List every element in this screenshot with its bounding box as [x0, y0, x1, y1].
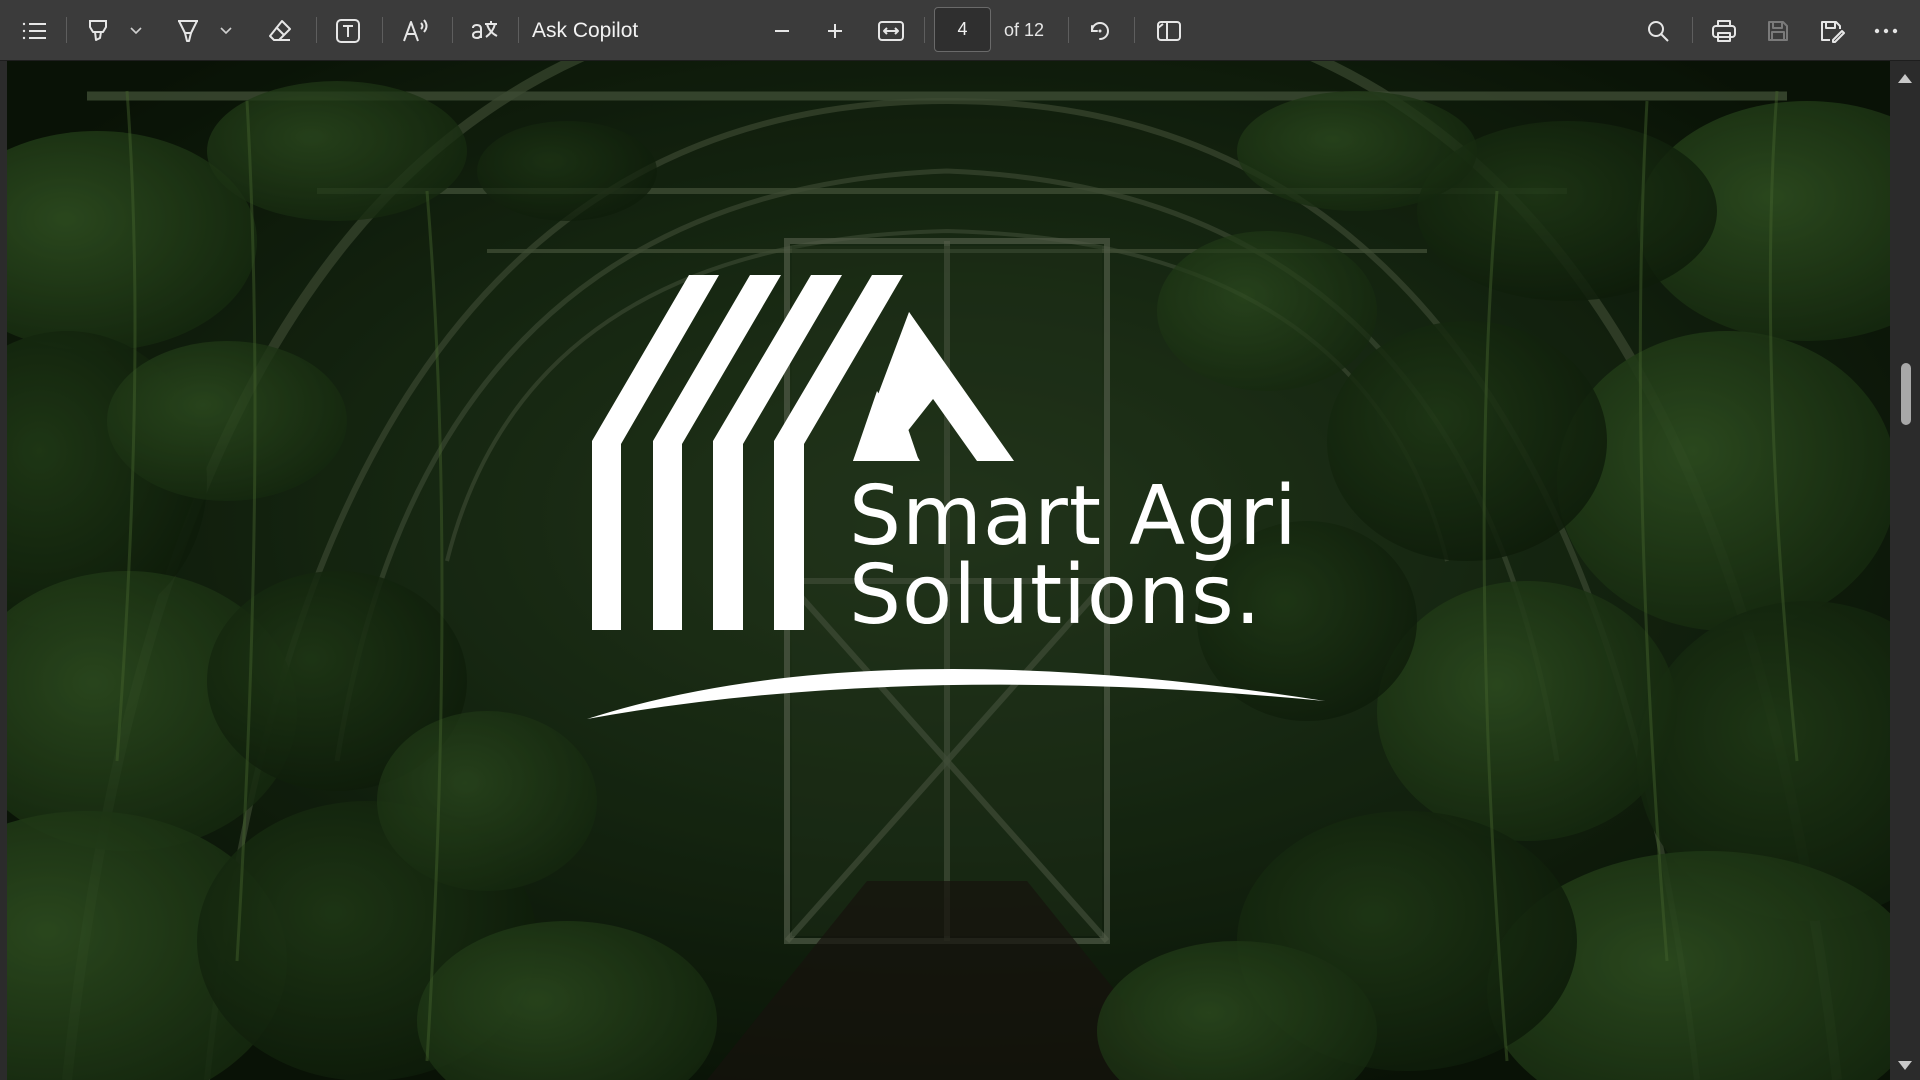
draw-options-dropdown[interactable] — [126, 0, 146, 61]
print-icon — [1711, 19, 1737, 43]
search-button[interactable] — [1640, 0, 1676, 61]
page-count: of 12 — [1004, 0, 1064, 61]
brand-name-line-2: Solutions. — [849, 548, 1262, 643]
plus-icon — [825, 21, 845, 41]
highlight-options-dropdown[interactable] — [216, 0, 236, 61]
eraser-icon — [267, 18, 293, 44]
fit-to-width-button[interactable] — [872, 0, 910, 61]
ask-copilot-button[interactable]: Ask Copilot — [532, 0, 662, 61]
page-total-label: of 12 — [1004, 20, 1045, 40]
save-as-icon — [1819, 19, 1845, 43]
chevron-down-icon — [220, 26, 232, 35]
chevron-down-icon — [130, 26, 142, 35]
read-aloud-icon — [402, 18, 430, 44]
fit-to-width-icon — [877, 20, 905, 42]
scroll-down-arrow-icon[interactable] — [1898, 1061, 1912, 1070]
zoom-in-button[interactable] — [817, 0, 853, 61]
rotate-button[interactable] — [1082, 0, 1118, 61]
draw-button[interactable] — [80, 0, 116, 61]
highlight-button[interactable] — [170, 0, 206, 61]
translate-button[interactable] — [464, 0, 506, 61]
save-button[interactable] — [1760, 0, 1796, 61]
table-of-contents-icon — [21, 21, 47, 41]
print-button[interactable] — [1706, 0, 1742, 61]
erase-button[interactable] — [262, 0, 298, 61]
page-view-icon — [1155, 19, 1183, 43]
save-icon — [1766, 19, 1790, 43]
highlighter-icon — [175, 18, 201, 44]
more-options-button[interactable] — [1868, 0, 1904, 61]
pdf-page: Smart Agri Solutions. — [7, 61, 1890, 1080]
minus-icon — [772, 21, 792, 41]
page-number-input[interactable] — [934, 7, 991, 52]
more-options-icon — [1874, 28, 1898, 34]
search-icon — [1646, 19, 1670, 43]
zoom-out-button[interactable] — [764, 0, 800, 61]
scroll-thumb[interactable] — [1901, 363, 1911, 425]
brand-name-line-1: Smart Agri — [849, 469, 1298, 564]
draw-pen-icon — [85, 18, 111, 44]
table-of-contents-button[interactable] — [16, 0, 52, 61]
add-text-icon — [335, 18, 361, 44]
pdf-toolbar: Ask Copilot of 12 — [0, 0, 1920, 61]
ask-copilot-label: Ask Copilot — [532, 18, 639, 42]
translate-icon — [469, 18, 501, 44]
read-aloud-button[interactable] — [396, 0, 436, 61]
rotate-icon — [1087, 18, 1113, 44]
scroll-up-arrow-icon[interactable] — [1898, 74, 1912, 83]
page-view-button[interactable] — [1150, 0, 1188, 61]
vertical-scrollbar[interactable] — [1890, 61, 1920, 1080]
add-text-button[interactable] — [330, 0, 366, 61]
save-as-button[interactable] — [1814, 0, 1850, 61]
document-viewport[interactable]: Smart Agri Solutions. — [0, 61, 1920, 1080]
